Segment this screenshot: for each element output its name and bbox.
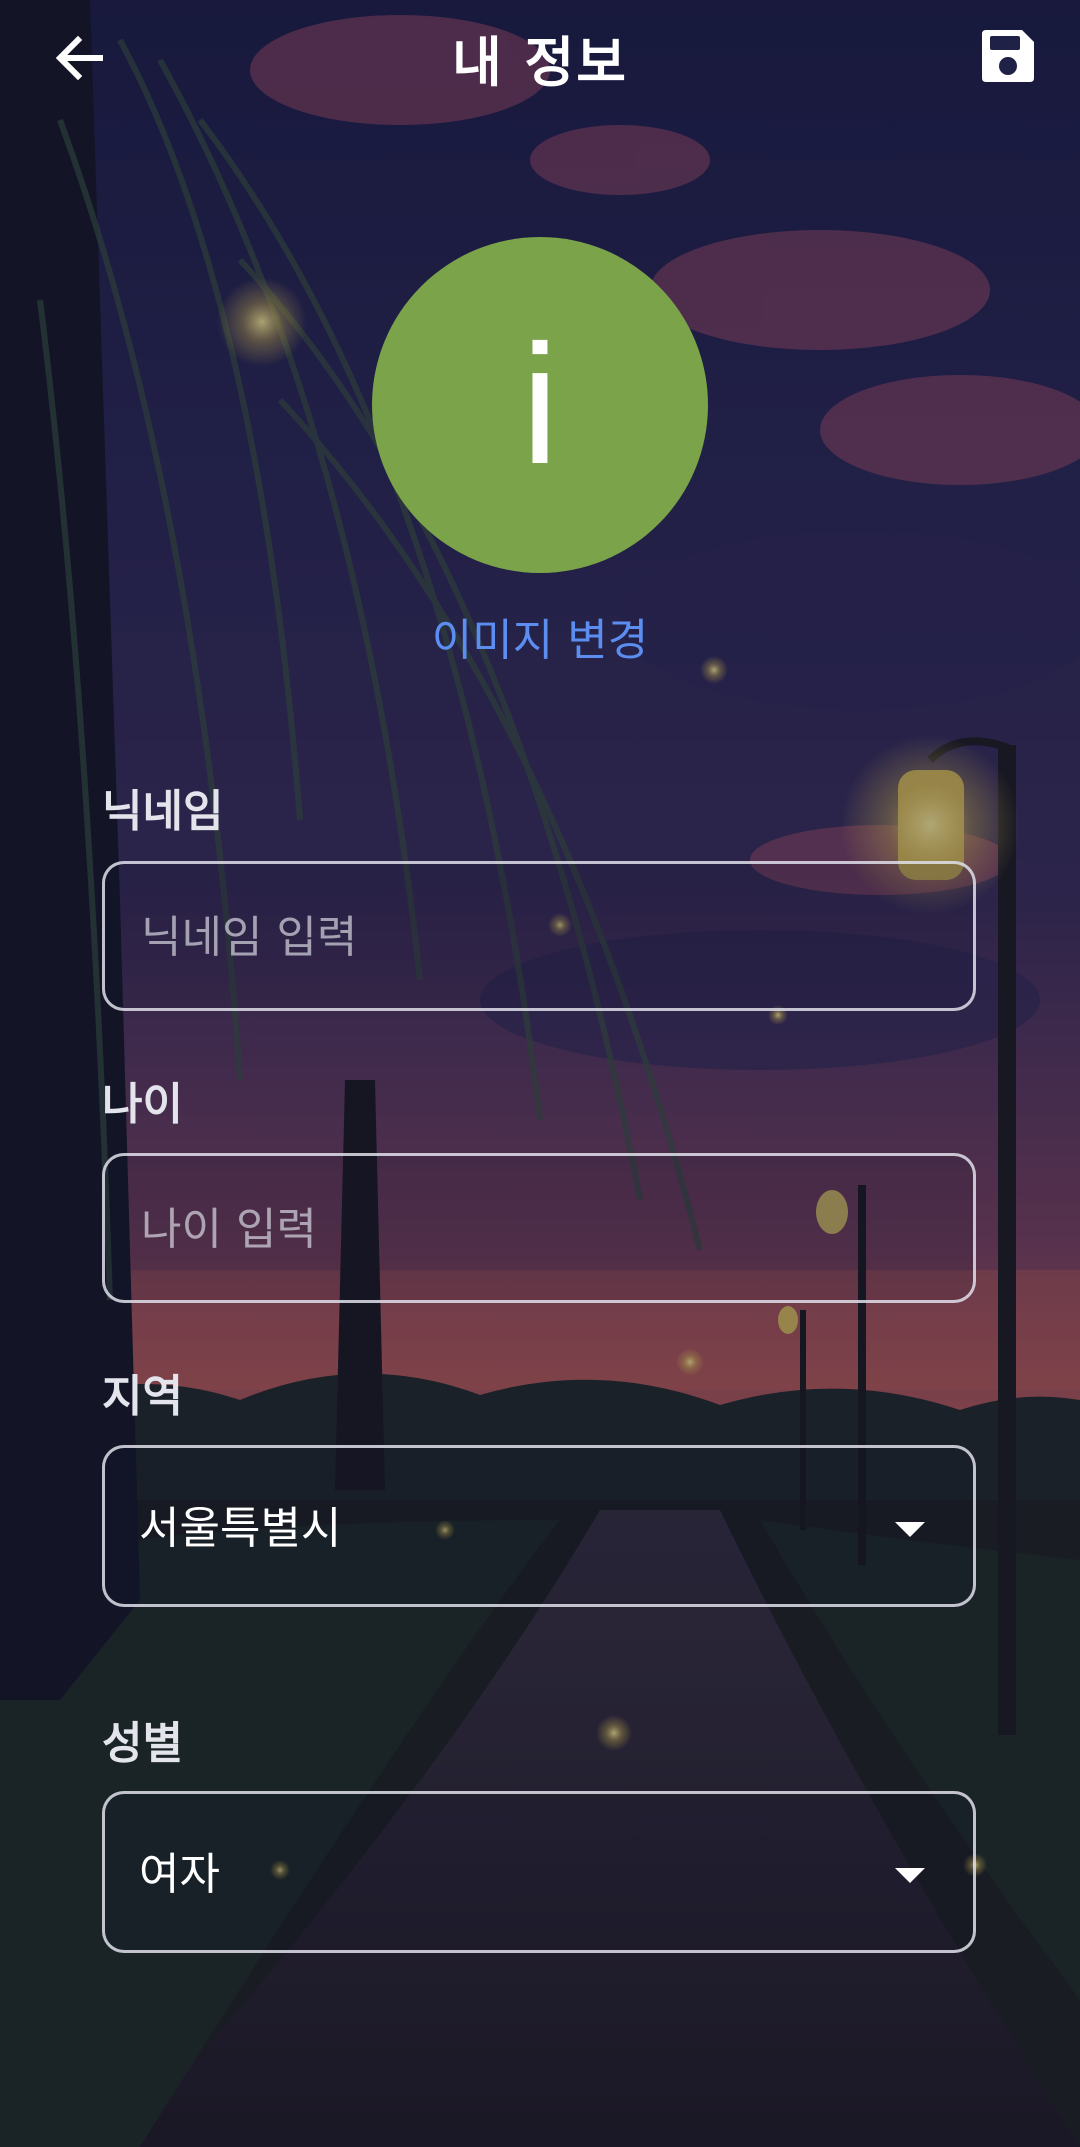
dropdown-caret-icon bbox=[895, 1522, 925, 1537]
nickname-field-container bbox=[102, 861, 976, 1011]
age-field-container bbox=[102, 1153, 976, 1303]
region-label: 지역 bbox=[102, 1371, 183, 1422]
change-image-link[interactable]: 이미지 변경 bbox=[0, 604, 1080, 668]
age-input[interactable] bbox=[139, 1156, 943, 1302]
page-title: 내 정보 bbox=[452, 31, 628, 94]
profile-avatar[interactable]: i bbox=[372, 237, 708, 573]
gender-label: 성별 bbox=[102, 1718, 183, 1769]
nickname-label: 닉네임 bbox=[102, 786, 224, 837]
floppy-disk-icon bbox=[982, 30, 1034, 82]
save-button[interactable] bbox=[976, 24, 1040, 88]
region-select[interactable]: 서울특별시 bbox=[102, 1445, 976, 1607]
top-app-bar: 내 정보 bbox=[0, 0, 1080, 112]
region-selected-value: 서울특별시 bbox=[139, 1503, 342, 1554]
gender-select[interactable]: 여자 bbox=[102, 1791, 976, 1953]
nickname-input[interactable] bbox=[139, 864, 943, 1010]
gender-selected-value: 여자 bbox=[139, 1849, 220, 1900]
age-label: 나이 bbox=[102, 1079, 183, 1130]
dropdown-caret-icon bbox=[895, 1868, 925, 1883]
